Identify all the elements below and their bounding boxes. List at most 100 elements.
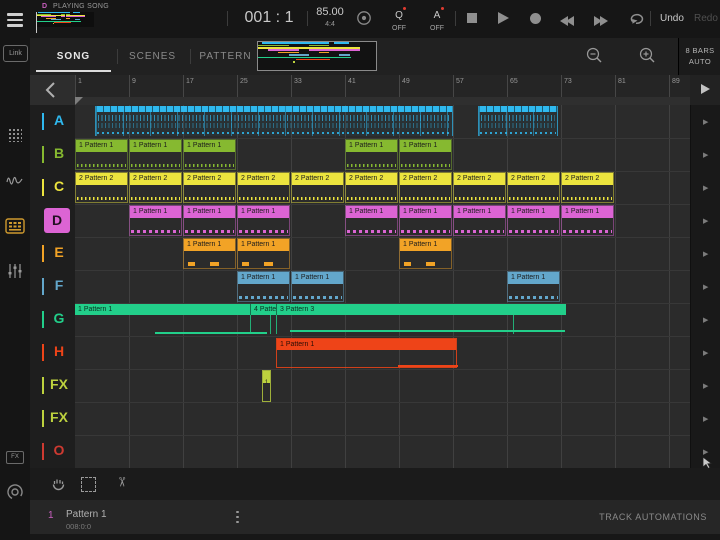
rewind-button[interactable] <box>560 13 574 31</box>
thumbnail-clip <box>350 49 360 51</box>
track-automations-button[interactable]: TRACK AUTOMATIONS <box>599 512 707 522</box>
thumbnail-clip <box>262 42 330 44</box>
scissors-icon[interactable]: ✂ <box>113 477 129 488</box>
row-play-button[interactable]: ▶ <box>703 217 708 225</box>
marker-strip[interactable] <box>75 97 690 105</box>
ruler-bar-label: 33 <box>294 78 302 85</box>
scroll-left-button[interactable] <box>30 75 75 105</box>
row-play-button[interactable]: ▶ <box>703 118 708 126</box>
track-label-e-4[interactable]: E <box>30 237 75 270</box>
thumbnail-clip <box>296 59 330 61</box>
track-label-fx-8[interactable]: FX <box>30 369 75 402</box>
pattern-menu-icon[interactable] <box>236 508 239 526</box>
knob-icon[interactable] <box>6 483 24 501</box>
row-play-button[interactable]: ▶ <box>703 151 708 159</box>
song-thumbnail[interactable] <box>36 12 94 27</box>
grid-canvas[interactable] <box>75 105 690 468</box>
ruler-bar-label: 65 <box>510 78 518 85</box>
divider <box>227 11 228 26</box>
track-label-o-10[interactable]: O <box>30 435 75 468</box>
marquee-select-icon[interactable] <box>81 477 96 492</box>
quantize-button[interactable]: Q OFF <box>389 5 409 33</box>
fx-icon[interactable]: FX <box>6 451 24 464</box>
pattern-index: 1 <box>48 510 54 521</box>
record-button[interactable] <box>530 13 541 24</box>
track-color-strip <box>42 278 44 295</box>
autosync-value: OFF <box>427 25 447 32</box>
track-color-strip <box>42 377 44 394</box>
row-play-button[interactable]: ▶ <box>703 283 708 291</box>
pattern-position: 008:0:0 <box>66 522 91 531</box>
loop-icon[interactable] <box>628 11 646 26</box>
track-label-g-6[interactable]: G <box>30 303 75 336</box>
track-label-d-3[interactable]: D <box>30 204 75 237</box>
thumbnail-clip <box>329 47 339 49</box>
track-label-c-2[interactable]: C <box>30 171 75 204</box>
tab-scenes[interactable]: SCENES <box>125 51 180 62</box>
undo-button[interactable]: Undo <box>660 13 684 24</box>
track-letter: G <box>46 310 72 326</box>
track-label-f-5[interactable]: F <box>30 270 75 303</box>
arrangement-thumbnail[interactable] <box>257 41 377 71</box>
track-color-strip <box>42 311 44 328</box>
autosync-button[interactable]: A OFF <box>427 5 447 33</box>
thumbnail-clip <box>80 16 85 17</box>
row-play-button[interactable]: ▶ <box>703 349 708 357</box>
track-label-b-1[interactable]: B <box>30 138 75 171</box>
menu-icon[interactable] <box>7 10 23 30</box>
ruler-bar-label: 73 <box>564 78 572 85</box>
bottom-strip <box>30 534 720 540</box>
bars-per-screen-button[interactable]: 8 BARS AUTO <box>678 38 720 75</box>
thumbnail-clip <box>339 54 349 56</box>
pattern-name[interactable]: Pattern 1 <box>66 509 107 520</box>
thumbnail-clip <box>36 21 52 22</box>
row-play-button[interactable]: ▶ <box>703 184 708 192</box>
song-play-button[interactable] <box>690 75 720 105</box>
timeline-ruler[interactable]: 1917253341495765738189 <box>30 75 720 105</box>
row-play-column: ▶ ▶ ▶ ▶ ▶ ▶ ▶ ▶ ▶ ▶ ▶ <box>690 105 720 468</box>
thumbnail-clip <box>309 45 319 47</box>
thumbnail-clip <box>334 42 349 44</box>
time-signature[interactable]: 4:4 <box>311 21 349 28</box>
link-button[interactable]: Link <box>3 45 28 62</box>
playhead-marker[interactable] <box>75 97 83 105</box>
track-color-strip <box>42 179 44 196</box>
thumbnail-clip <box>319 52 329 54</box>
forward-button[interactable] <box>594 13 608 31</box>
track-label-a-0[interactable]: A <box>30 105 75 138</box>
song-sequencer-icon[interactable] <box>5 218 25 234</box>
track-label-column: ABCDEFGHFXFXO <box>30 105 75 468</box>
edit-toolbar: ✂ <box>30 468 720 500</box>
ruler-bar-label: 41 <box>348 78 356 85</box>
thumbnail-clip <box>289 47 299 49</box>
position-display[interactable]: 001 : 1 <box>231 9 307 27</box>
waveform-icon[interactable] <box>6 173 24 187</box>
track-color-strip <box>42 245 44 262</box>
grab-tool-icon[interactable] <box>50 476 67 493</box>
autosync-dot <box>441 7 444 10</box>
row-play-button[interactable]: ▶ <box>703 316 708 324</box>
row-play-button[interactable]: ▶ <box>703 415 708 423</box>
ruler-bar-label: 49 <box>402 78 410 85</box>
zoom-in-icon[interactable] <box>638 46 658 66</box>
thumbnail-clip <box>319 49 329 51</box>
stop-button[interactable] <box>467 13 477 23</box>
tab-song[interactable]: SONG <box>36 51 111 62</box>
play-button[interactable] <box>498 12 509 24</box>
pads-grid-icon[interactable] <box>8 128 22 142</box>
row-play-button[interactable]: ▶ <box>703 448 708 456</box>
track-label-h-7[interactable]: H <box>30 336 75 369</box>
thumbnail-clip <box>258 45 268 47</box>
tab-pattern[interactable]: PATTERN <box>198 51 253 62</box>
track-color-strip <box>42 146 44 163</box>
metronome-icon[interactable] <box>356 10 372 26</box>
left-sidebar: Link FX <box>0 0 30 540</box>
row-play-button[interactable]: ▶ <box>703 250 708 258</box>
track-label-fx-9[interactable]: FX <box>30 402 75 435</box>
tempo-display[interactable]: 85.00 <box>311 6 349 18</box>
mixer-icon[interactable] <box>6 263 24 279</box>
redo-button[interactable]: Redo <box>694 13 718 24</box>
row-play-button[interactable]: ▶ <box>703 382 708 390</box>
zoom-out-icon[interactable] <box>585 46 605 66</box>
track-color-strip <box>42 443 44 460</box>
